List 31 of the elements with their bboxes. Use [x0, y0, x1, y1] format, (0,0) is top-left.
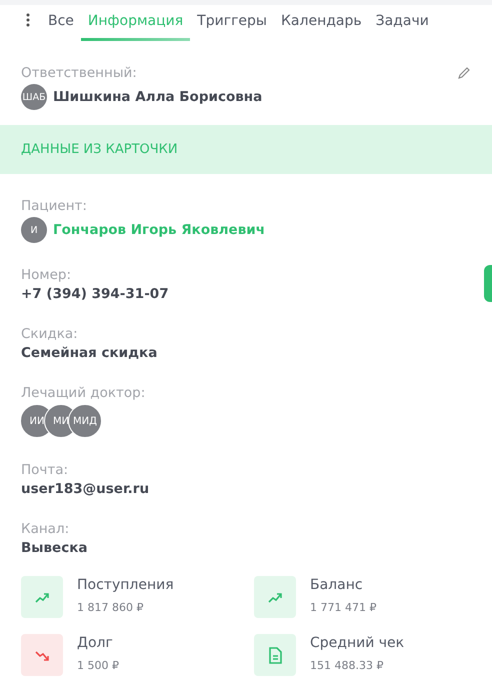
field-label: Почта:	[21, 461, 70, 479]
stat-title: Поступления	[77, 577, 174, 593]
stat-title: Долг	[77, 635, 114, 651]
field-value: +7 (394) 394-31-07	[21, 286, 169, 302]
pencil-icon[interactable]	[457, 66, 471, 80]
stat-value: 1 817 860 ₽	[77, 601, 144, 614]
field-label: Канал:	[21, 520, 70, 538]
stat-value: 151 488.33 ₽	[310, 659, 384, 672]
section-header: ДАННЫЕ ИЗ КАРТОЧКИ	[0, 125, 492, 174]
more-icon[interactable]	[26, 13, 30, 27]
stat-value: 1 771 471 ₽	[310, 601, 376, 614]
side-handle[interactable]	[484, 265, 492, 302]
avatar: ШАБ	[21, 84, 47, 110]
field-label: Номер:	[21, 266, 72, 284]
field-label: Лечащий доктор:	[21, 384, 146, 402]
tab[interactable]: Все	[41, 13, 81, 41]
field-value: Вывеска	[21, 540, 88, 556]
field-label: Скидка:	[21, 325, 79, 343]
field-label: Ответственный:	[21, 64, 137, 82]
tab[interactable]: Календарь	[274, 13, 369, 41]
tab[interactable]: Триггеры	[190, 13, 274, 41]
avatar: И	[21, 217, 47, 243]
stat-value: 1 500 ₽	[77, 659, 119, 672]
field-value: Семейная скидка	[21, 345, 158, 361]
field-value: user183@user.ru	[21, 481, 150, 497]
field-label: Пациент:	[21, 197, 88, 215]
avatar: МИД	[68, 404, 102, 438]
tab[interactable]: Задачи	[368, 13, 436, 41]
stat-title: Баланс	[310, 577, 364, 593]
stat-title: Средний чек	[310, 635, 404, 651]
field-value: Шишкина Алла Борисовна	[53, 89, 262, 105]
